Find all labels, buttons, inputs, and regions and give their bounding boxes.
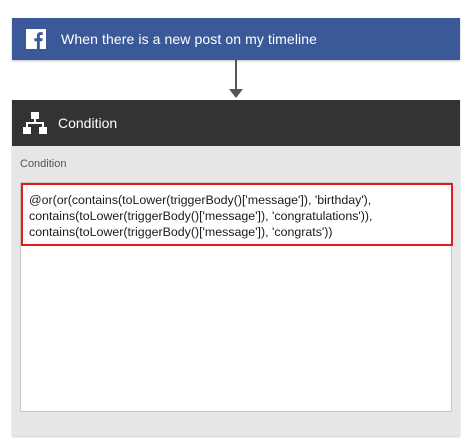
expression-line: contains(toLower(triggerBody()['message'… bbox=[29, 225, 333, 239]
condition-card: Condition Condition @or(or(contains(toLo… bbox=[12, 100, 460, 436]
condition-field-label: Condition bbox=[20, 158, 67, 170]
facebook-icon bbox=[26, 29, 46, 49]
expression-highlight: @or(or(contains(toLower(triggerBody()['m… bbox=[21, 183, 453, 246]
expression-line: contains(toLower(triggerBody()['message'… bbox=[29, 209, 373, 223]
expression-line: @or(or(contains(toLower(triggerBody()['m… bbox=[29, 193, 372, 207]
trigger-title: When there is a new post on my timeline bbox=[61, 31, 318, 47]
condition-title: Condition bbox=[58, 115, 118, 131]
facebook-trigger-card[interactable]: When there is a new post on my timeline bbox=[12, 18, 460, 60]
condition-flowchart-icon bbox=[23, 112, 47, 134]
condition-header[interactable]: Condition bbox=[12, 100, 460, 146]
condition-expression-input[interactable]: @or(or(contains(toLower(triggerBody()['m… bbox=[20, 182, 453, 412]
connector-arrow bbox=[229, 60, 243, 98]
flow-designer-canvas: When there is a new post on my timeline … bbox=[0, 0, 472, 443]
